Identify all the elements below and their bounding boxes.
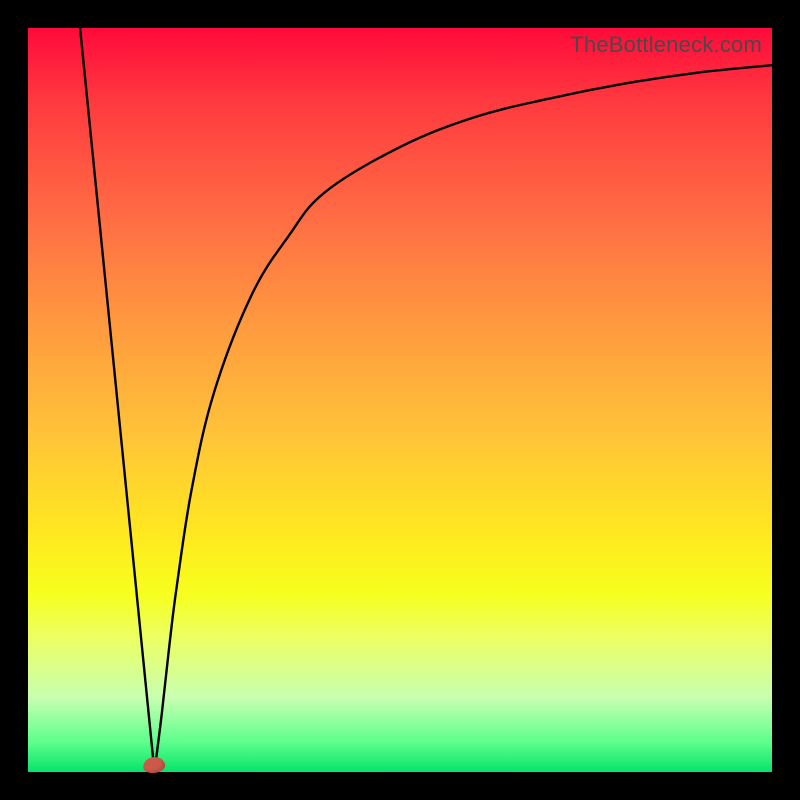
- bottleneck-curve-left: [80, 28, 154, 772]
- plot-area: TheBottleneck.com: [28, 28, 772, 772]
- chart-frame: TheBottleneck.com: [0, 0, 800, 800]
- bottleneck-curve-right: [154, 65, 772, 772]
- curve-svg: [28, 28, 772, 772]
